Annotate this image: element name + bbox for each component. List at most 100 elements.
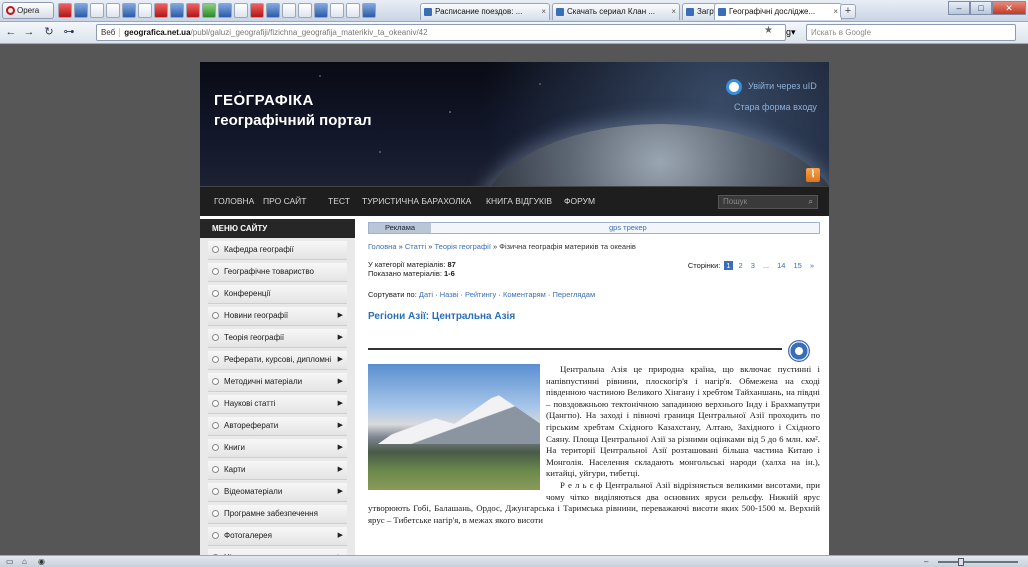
zoom-out-icon[interactable]: – xyxy=(924,557,928,566)
ad-link[interactable]: gps трекер xyxy=(609,223,647,233)
article-title[interactable]: Регіони Азії: Центральна Азія xyxy=(368,311,820,322)
tab-close-icon[interactable]: × xyxy=(671,4,676,20)
tab-series-download[interactable]: Скачать сериал Клан ... × xyxy=(552,3,680,20)
rss-icon[interactable]: ⌇ xyxy=(806,168,820,182)
nav-guestbook[interactable]: КНИГА ВІДГУКІВ xyxy=(486,196,552,206)
old-login-link[interactable]: Стара форма входу xyxy=(734,102,817,112)
nav-tourist-market[interactable]: ТУРИСТИЧНА БАРАХОЛКА xyxy=(362,196,471,206)
url-input[interactable]: Веб geografica.net.ua/publ/galuzi_geograf… xyxy=(96,24,786,41)
bookmark-star-icon[interactable]: ★ xyxy=(764,25,773,36)
url-domain: geografica.net.ua xyxy=(124,28,191,37)
sort-by-views[interactable]: Переглядам xyxy=(553,290,596,299)
pinned-tab-icon[interactable] xyxy=(74,3,88,18)
pinned-tab-icon[interactable] xyxy=(282,3,296,18)
sidebar-menu-item[interactable]: Географічне товариство xyxy=(208,263,347,282)
forward-icon[interactable]: → xyxy=(22,25,36,40)
sidebar-menu-item[interactable]: Новини географії ▶ xyxy=(208,307,347,326)
pinned-tab-icon[interactable] xyxy=(138,3,152,18)
page-next-link[interactable]: » xyxy=(808,261,816,270)
pinned-tab-icon[interactable] xyxy=(250,3,264,18)
title-divider xyxy=(368,348,782,350)
back-icon[interactable]: ← xyxy=(4,25,18,40)
bullet-icon xyxy=(212,378,219,385)
pinned-tab-icon[interactable] xyxy=(122,3,136,18)
tab-geography-active[interactable]: Географічні дослідже... × xyxy=(714,3,842,20)
pinned-tab-icon[interactable] xyxy=(346,3,360,18)
sidebar-menu-list: Кафедра географії Географічне товариство К… xyxy=(200,241,355,555)
opera-menu-button[interactable]: Opera xyxy=(2,2,54,19)
sidebar-menu-item[interactable]: Відеоматеріали ▶ xyxy=(208,483,347,502)
nav-home[interactable]: ГОЛОВНА xyxy=(214,196,254,206)
nav-about[interactable]: ПРО САЙТ xyxy=(263,196,307,206)
opera-menu-label: Opera xyxy=(17,6,40,15)
reload-icon[interactable]: ↻ xyxy=(42,25,56,40)
pinned-tab-icon[interactable] xyxy=(234,3,248,18)
submenu-arrow-icon: ▶ xyxy=(337,466,343,473)
uid-login-icon[interactable] xyxy=(726,79,742,95)
new-tab-button[interactable]: + xyxy=(840,4,856,19)
breadcrumb-articles[interactable]: Статті xyxy=(405,242,426,251)
tab-train-schedule[interactable]: Расписание поездов: ... × xyxy=(420,3,550,20)
site-search-input[interactable]: Пошук ⌕ xyxy=(718,195,818,209)
panel-toggle-icon[interactable]: ▭ xyxy=(6,557,14,566)
google-icon[interactable]: g▾ xyxy=(786,25,802,40)
sidebar-menu-item[interactable]: Програмне забезпечення xyxy=(208,505,347,524)
site-title[interactable]: ГЕОГРАФІКА xyxy=(214,92,314,109)
close-window-button[interactable]: ✕ xyxy=(992,1,1026,15)
page-link[interactable]: 3 xyxy=(749,261,757,270)
pinned-tab-icon[interactable] xyxy=(202,3,216,18)
sidebar-menu-item[interactable]: Автореферати ▶ xyxy=(208,417,347,436)
nav-test[interactable]: ТЕСТ xyxy=(328,196,350,206)
sort-by-comments[interactable]: Коментарям xyxy=(503,290,546,299)
browser-tab-bar: Opera Расписание поездов: ... × Скачать … xyxy=(0,0,1028,22)
pinned-tab-icon[interactable] xyxy=(314,3,328,18)
pinned-tab-icon[interactable] xyxy=(298,3,312,18)
breadcrumb-home[interactable]: Головна xyxy=(368,242,397,251)
sidebar-menu-item[interactable]: Методичні матеріали ▶ xyxy=(208,373,347,392)
pinned-tab-icon[interactable] xyxy=(266,3,280,18)
page-link[interactable]: 2 xyxy=(737,261,745,270)
sidebar-menu-item[interactable]: Наукові статті ▶ xyxy=(208,395,347,414)
sidebar-menu-item[interactable]: Реферати, курсові, дипломні ▶ xyxy=(208,351,347,370)
breadcrumb-theory[interactable]: Теорія географії xyxy=(435,242,491,251)
minimize-button[interactable]: – xyxy=(948,1,970,15)
sidebar-menu-item[interactable]: Теорія географії ▶ xyxy=(208,329,347,348)
page-link[interactable]: 1 xyxy=(724,261,733,270)
search-icon[interactable]: ⌕ xyxy=(809,196,813,208)
sort-by-name[interactable]: Назві xyxy=(440,290,459,299)
pinned-tab-icon[interactable] xyxy=(186,3,200,18)
sidebar-menu-item[interactable]: Карти ▶ xyxy=(208,461,347,480)
turbo-icon[interactable]: ◉ xyxy=(38,557,45,566)
sidebar-menu-item[interactable]: Конференції xyxy=(208,285,347,304)
sort-options: Сортувати по: Даті · Назві · Рейтингу · … xyxy=(368,290,596,299)
mountain-lake-photo[interactable] xyxy=(368,364,540,490)
sort-by-rating[interactable]: Рейтингу xyxy=(465,290,496,299)
home-icon[interactable]: ⌂ xyxy=(22,557,27,566)
sidebar-menu-item[interactable]: Кафедра географії xyxy=(208,241,347,260)
pinned-tab-icon[interactable] xyxy=(218,3,232,18)
search-input[interactable]: Искать в Google xyxy=(806,24,1016,41)
sort-by-date[interactable]: Даті xyxy=(419,290,433,299)
pinned-tab-icon[interactable] xyxy=(106,3,120,18)
zoom-slider[interactable] xyxy=(938,561,1018,563)
page-link[interactable]: 14 xyxy=(775,261,787,270)
nav-forum[interactable]: ФОРУМ xyxy=(564,196,595,206)
pinned-tab-icon[interactable] xyxy=(330,3,344,18)
uid-login-link[interactable]: Увійти через uID xyxy=(748,81,817,91)
pinned-tab-icon[interactable] xyxy=(170,3,184,18)
tab-close-icon[interactable]: × xyxy=(541,4,546,20)
pinned-tab-icon[interactable] xyxy=(58,3,72,18)
pinned-tab-icon[interactable] xyxy=(90,3,104,18)
tab-close-icon[interactable]: × xyxy=(833,4,838,20)
sidebar-menu-item[interactable]: Книги ▶ xyxy=(208,439,347,458)
maximize-button[interactable]: □ xyxy=(970,1,992,15)
pinned-tab-icon[interactable] xyxy=(362,3,376,18)
sidebar-menu-item[interactable]: Фотогалерея ▶ xyxy=(208,527,347,546)
page-link[interactable]: 15 xyxy=(791,261,803,270)
security-badge[interactable]: Веб xyxy=(101,28,121,37)
key-icon[interactable]: ⊶ xyxy=(62,25,76,40)
tab-title: Расписание поездов: ... xyxy=(435,7,523,16)
sidebar-heading: МЕНЮ САЙТУ xyxy=(200,219,355,238)
zoom-slider-thumb[interactable] xyxy=(958,558,964,566)
pinned-tab-icon[interactable] xyxy=(154,3,168,18)
